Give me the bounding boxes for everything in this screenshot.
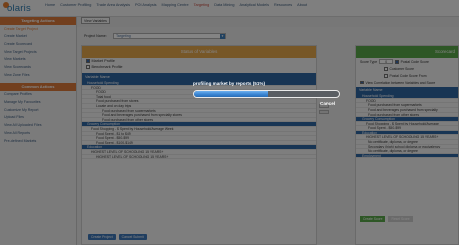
progress-bar-fill (194, 91, 268, 97)
cancel-button[interactable]: Cancel (320, 101, 335, 106)
modal-overlay: profiling market by reports (51%) Cancel (0, 0, 459, 245)
progress-title: profiling market by reports (51%) (193, 81, 265, 86)
progress-bar (193, 90, 340, 98)
